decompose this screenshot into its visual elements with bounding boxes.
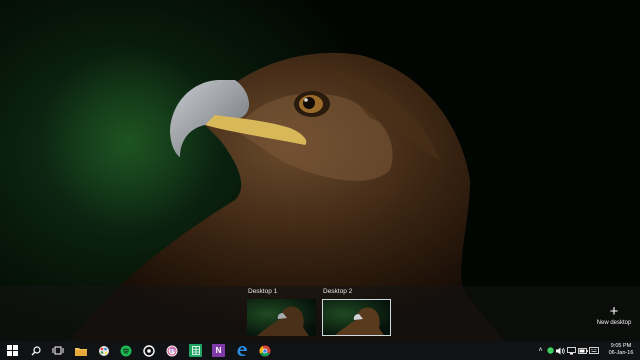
spotify-button[interactable]	[119, 344, 132, 357]
itunes-button[interactable]	[165, 344, 178, 357]
media-player-button[interactable]	[142, 344, 155, 357]
sheets-icon	[191, 346, 200, 355]
chrome-icon	[259, 345, 270, 356]
taskbar-clock[interactable]: 9:05 PM 06-Jan-16	[604, 341, 638, 360]
desktop-1-label: Desktop 1	[248, 288, 278, 295]
network-icon[interactable]	[566, 346, 577, 355]
task-view-strip	[0, 286, 640, 341]
clock-time: 9:05 PM	[610, 343, 632, 349]
task-view-icon	[52, 346, 63, 355]
search-button[interactable]	[29, 344, 42, 357]
desktop-2-label: Desktop 2	[323, 288, 353, 295]
windows-logo-icon	[7, 345, 18, 356]
folder-icon	[74, 347, 87, 356]
status-icon[interactable]	[545, 347, 555, 354]
clock-date: 06-Jan-16	[608, 350, 634, 356]
onenote-button[interactable]: N	[212, 344, 225, 357]
itunes-icon	[166, 345, 177, 356]
sheets-button[interactable]	[189, 344, 202, 357]
desktop-2-preview[interactable]	[322, 299, 391, 336]
desktop-1-preview[interactable]	[247, 299, 316, 336]
chevron-up-icon[interactable]: ˄	[536, 347, 545, 354]
media-player-icon	[142, 344, 155, 357]
plus-icon: +	[609, 303, 619, 320]
new-desktop-button[interactable]: + New desktop	[594, 303, 634, 326]
paint-icon	[98, 345, 109, 356]
system-tray: ˄	[536, 344, 599, 357]
onenote-icon: N	[215, 346, 222, 355]
new-desktop-label: New desktop	[596, 320, 632, 326]
battery-icon[interactable]	[577, 347, 588, 354]
search-icon	[31, 345, 41, 355]
start-button[interactable]	[6, 344, 19, 357]
file-explorer-button[interactable]	[74, 344, 87, 357]
desktop-2-thumbnail[interactable]: Desktop 2	[322, 288, 391, 336]
task-view-button[interactable]	[51, 344, 64, 357]
paint-button[interactable]	[97, 344, 110, 357]
keyboard-icon[interactable]	[588, 347, 599, 354]
volume-icon[interactable]	[555, 347, 566, 355]
spotify-icon	[120, 345, 131, 356]
edge-icon	[237, 345, 247, 356]
desktop-1-thumbnail[interactable]: Desktop 1	[247, 288, 316, 336]
chrome-button[interactable]	[258, 344, 271, 357]
edge-button[interactable]	[235, 344, 248, 357]
